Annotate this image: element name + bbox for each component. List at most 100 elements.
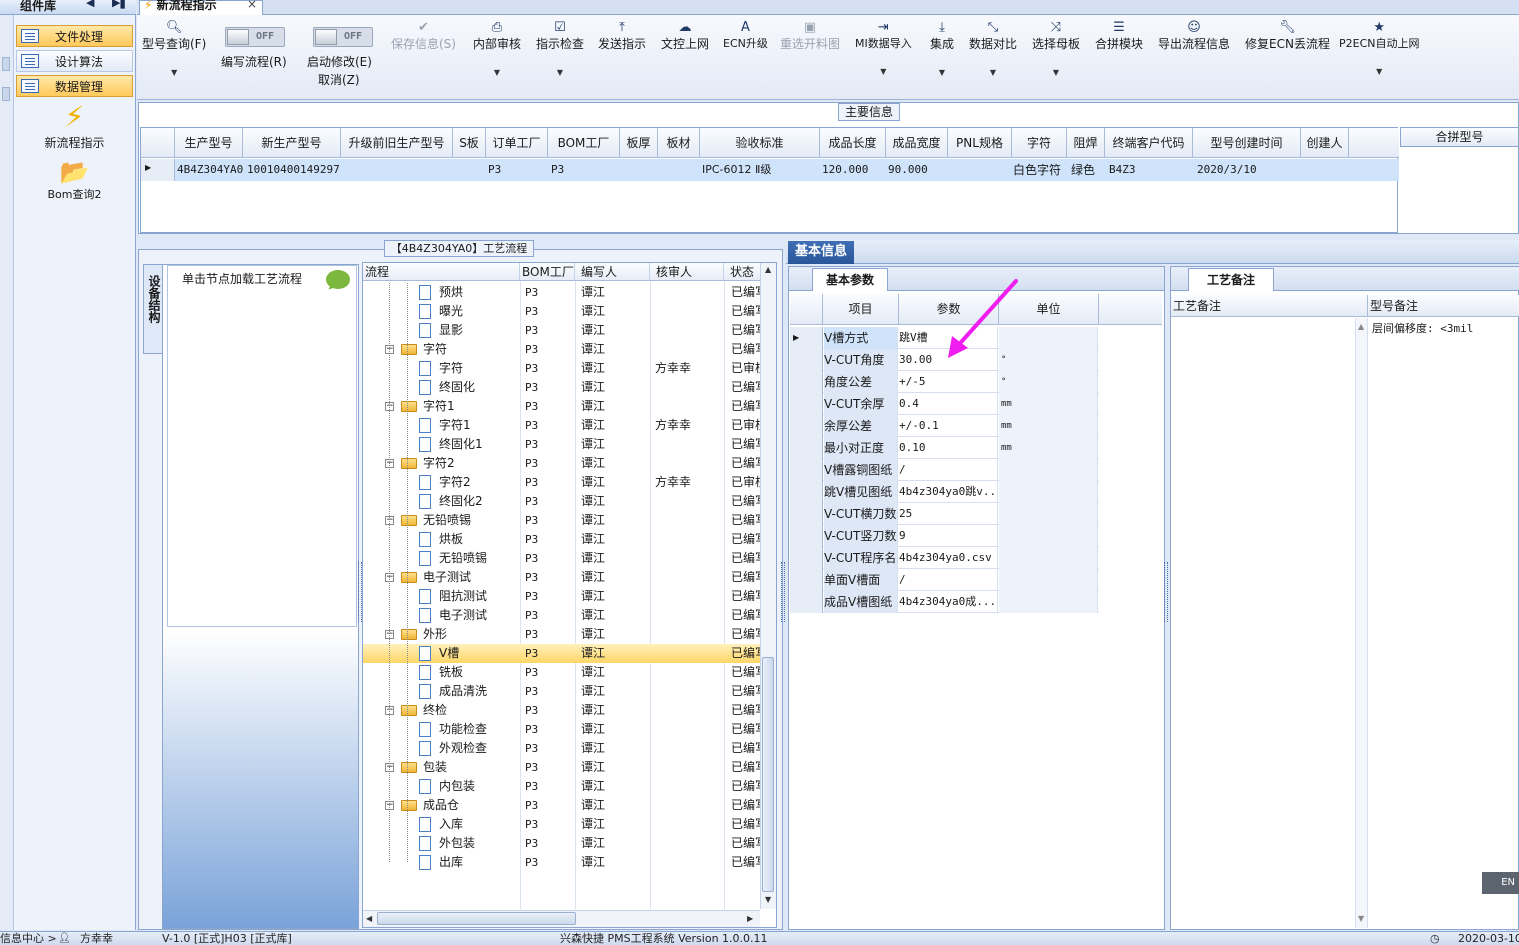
column-header[interactable]: 板厚 (620, 128, 658, 158)
row-selector[interactable] (790, 371, 823, 393)
splitter-handle[interactable] (781, 562, 785, 622)
row-selector[interactable] (790, 503, 823, 525)
row-selector[interactable] (790, 437, 823, 459)
scroll-down-icon[interactable]: ▼ (1358, 914, 1364, 923)
tree-row[interactable]: 电子测试 P3 谭江 已编写 (363, 606, 763, 625)
row-selector[interactable]: ▶ (141, 159, 175, 181)
param-row[interactable]: 最小对正度 0.10 mm (790, 437, 1162, 459)
param-value[interactable]: 9 (899, 525, 998, 547)
tree-row[interactable]: V槽 P3 谭江 已编写 (363, 644, 763, 663)
column-header[interactable]: 核审人 (650, 263, 724, 281)
column-header[interactable]: 状态 (724, 263, 762, 281)
param-row[interactable]: V-CUT横刀数 25 (790, 503, 1162, 525)
param-value[interactable]: 4b4z304ya0跳v... (899, 481, 998, 503)
tree-row[interactable]: −字符1P3谭江已编写 (363, 397, 763, 416)
param-row[interactable]: 余厚公差 +/-0.1 mm (790, 415, 1162, 437)
splitter-handle[interactable] (1164, 562, 1168, 622)
tree-row[interactable]: 无铅喷锡 P3 谭江 已编写 (363, 549, 763, 568)
tab-basic-info[interactable]: 基本信息 (788, 241, 854, 264)
param-value[interactable]: / (899, 459, 998, 481)
send-instruction-button[interactable]: ⤒ 发送指示 (598, 21, 646, 52)
tree-row[interactable]: −电子测试P3谭江已编写 (363, 568, 763, 587)
tree-row[interactable]: 显影 P3 谭江 已编写 (363, 321, 763, 340)
row-selector[interactable] (790, 591, 823, 613)
tree-row[interactable]: 烘板 P3 谭江 已编写 (363, 530, 763, 549)
scroll-up-icon[interactable]: ▲ (765, 265, 771, 274)
fix-ecn-flow-button[interactable]: 🔧︎ 修复ECN丢流程 (1245, 21, 1330, 52)
param-row[interactable]: V-CUT程序名 4b4z304ya0.csv (790, 547, 1162, 569)
node-hint-area[interactable] (167, 265, 357, 627)
cancel-button[interactable]: 取消(Z) (318, 71, 360, 88)
param-row[interactable]: 成品V槽图纸 4b4z304ya0成... (790, 591, 1162, 613)
merge-module-button[interactable]: ☰ 合拼模块 (1095, 21, 1143, 52)
row-selector[interactable] (790, 393, 823, 415)
chevron-left-icon[interactable]: ◀ (86, 0, 94, 9)
scroll-right-icon[interactable]: ▶ (747, 914, 753, 923)
tree-row[interactable]: 功能检查 P3 谭江 已编写 (363, 720, 763, 739)
column-header[interactable]: 新生产型号 (243, 128, 341, 158)
tree-row[interactable]: 阻抗测试 P3 谭江 已编写 (363, 587, 763, 606)
param-value[interactable]: / (899, 569, 998, 591)
tree-row[interactable]: 内包装 P3 谭江 已编写 (363, 777, 763, 796)
row-selector[interactable] (790, 349, 823, 371)
param-value[interactable]: 4b4z304ya0成... (899, 591, 998, 613)
tree-row[interactable]: 字符1 P3 谭江 方幸幸 已审核 (363, 416, 763, 435)
tree-row[interactable]: −包装P3谭江已编写 (363, 758, 763, 777)
param-row[interactable]: 单面V槽面 / (790, 569, 1162, 591)
param-value[interactable]: +/-5 (899, 371, 998, 393)
param-value[interactable]: 4b4z304ya0.csv (899, 547, 998, 569)
category-design-algorithm[interactable]: 设计算法 (16, 50, 133, 72)
tab-equipment-structure[interactable]: 设备结构 (143, 264, 163, 354)
column-header[interactable]: 板材 (658, 128, 700, 158)
row-selector[interactable] (790, 525, 823, 547)
param-value[interactable]: +/-0.1 (899, 415, 998, 437)
model-query-button[interactable]: 🔍︎ 型号查询(F) ▼ (142, 21, 206, 78)
param-row[interactable]: 跳V槽见图纸 4b4z304ya0跳v... (790, 481, 1162, 503)
tree-row[interactable]: −外形P3谭江已编写 (363, 625, 763, 644)
column-header[interactable]: 工艺备注 (1171, 295, 1368, 317)
pin-panel-icon[interactable]: ▶▌ (112, 0, 129, 9)
tree-row[interactable]: −字符2P3谭江已编写 (363, 454, 763, 473)
column-header[interactable]: 流程 (363, 263, 520, 281)
internal-review-button[interactable]: ⎙ 内部审核 ▼ (473, 21, 521, 78)
tab-basic-params[interactable]: 基本参数 (812, 268, 888, 291)
tree-row[interactable]: 终固化1 P3 谭江 已编写 (363, 435, 763, 454)
category-data-management[interactable]: 数据管理 (16, 75, 133, 97)
tree-row[interactable]: 终固化 P3 谭江 已编写 (363, 378, 763, 397)
tree-row[interactable]: 入库 P3 谭江 已编写 (363, 815, 763, 834)
category-file-processing[interactable]: 文件处理 (16, 25, 133, 47)
tree-row[interactable]: 出库 P3 谭江 已编写 (363, 853, 763, 872)
row-selector[interactable] (790, 569, 823, 591)
scroll-down-icon[interactable]: ▼ (765, 895, 771, 904)
notes-scrollbar[interactable]: ▲ ▼ (1355, 318, 1368, 928)
ecn-upgrade-button[interactable]: A ECN升级 (723, 21, 768, 51)
tab-process-notes[interactable]: 工艺备注 (1188, 268, 1274, 291)
tree-row[interactable]: −成品仓P3谭江已编写 (363, 796, 763, 815)
row-selector[interactable] (790, 415, 823, 437)
column-header[interactable]: 阻焊 (1067, 128, 1105, 158)
tree-vertical-scroll-thumb[interactable] (762, 657, 774, 892)
mi-import-button[interactable]: ⇥ MI数据导入 ▼ (855, 21, 912, 77)
column-header[interactable]: 升级前旧生产型号 (341, 128, 453, 158)
save-info-button[interactable]: ✔ 保存信息(S) (391, 21, 456, 52)
column-header[interactable]: 成品宽度 (886, 128, 948, 158)
column-header[interactable]: 终端客户代码 (1105, 128, 1193, 158)
tree-row[interactable]: 外观检查 P3 谭江 已编写 (363, 739, 763, 758)
tab-new-flow-instruction[interactable]: ⚡ 新流程指示 × (139, 0, 263, 15)
column-header[interactable]: 创建人 (1301, 128, 1349, 158)
row-selector[interactable]: ▶ (790, 327, 823, 349)
param-value[interactable]: 25 (899, 503, 998, 525)
column-header[interactable]: 项目 (823, 294, 899, 325)
export-flow-info-button[interactable]: ☺ 导出流程信息 (1158, 21, 1230, 52)
data-compare-button[interactable]: ⤡ 数据对比 ▼ (969, 21, 1017, 78)
tool-new-flow-instruction[interactable]: ⚡ 新流程指示 (16, 100, 133, 151)
upload-doc-button[interactable]: ☁ 文控上网 (661, 21, 709, 52)
tree-row[interactable]: 终固化2 P3 谭江 已编写 (363, 492, 763, 511)
column-header[interactable]: 编写人 (575, 263, 650, 281)
tree-row[interactable]: 预烘 P3 谭江 已编写 (363, 283, 763, 302)
param-row[interactable]: V槽露铜图纸 / (790, 459, 1162, 481)
enable-edit-toggle[interactable]: OFF (313, 27, 373, 47)
scroll-left-icon[interactable]: ◀ (366, 914, 372, 923)
column-header[interactable]: BOM工厂 (520, 263, 575, 281)
instruction-check-button[interactable]: ☑ 指示检查 ▼ (536, 21, 584, 78)
